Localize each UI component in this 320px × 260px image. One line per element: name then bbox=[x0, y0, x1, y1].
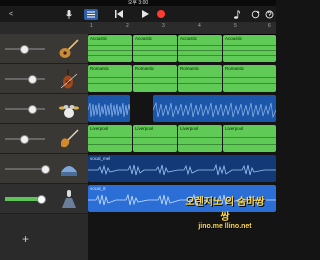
volume-slider[interactable] bbox=[5, 108, 45, 110]
track-lane-electric-guitar[interactable]: Liverpool Liverpool Liverpool Liverpool bbox=[88, 124, 276, 153]
watermark-title: 오렌지노 의 숨바쌍쌍 bbox=[185, 197, 265, 223]
tracks-view-icon bbox=[87, 11, 95, 18]
volume-knob[interactable] bbox=[37, 195, 46, 204]
volume-slider-filled[interactable] bbox=[5, 197, 41, 201]
track-header-audio-recorder[interactable] bbox=[0, 154, 88, 184]
mic-button[interactable] bbox=[63, 6, 75, 22]
tracks-view-button[interactable] bbox=[84, 9, 98, 20]
watermark-url: jino.me llino.net bbox=[198, 223, 252, 230]
volume-knob[interactable] bbox=[20, 45, 29, 54]
ruler-bar-number: 6 bbox=[268, 23, 271, 29]
metronome-button[interactable] bbox=[232, 6, 242, 22]
volume-knob[interactable] bbox=[28, 105, 37, 114]
waveform bbox=[88, 102, 130, 118]
record-icon bbox=[157, 10, 165, 18]
track-header-acoustic-guitar[interactable] bbox=[0, 34, 88, 64]
region-acoustic[interactable]: Acoustic bbox=[178, 35, 222, 62]
region-label: Liverpool bbox=[180, 126, 199, 131]
region-label: Acoustic bbox=[135, 36, 153, 41]
volume-knob[interactable] bbox=[28, 75, 37, 84]
track-header-audio-recorder-selected[interactable] bbox=[0, 184, 88, 214]
track-lane-violin[interactable]: Romantic Romantic Romantic Romantic bbox=[88, 64, 276, 93]
go-to-start-button[interactable] bbox=[110, 6, 128, 22]
waveform bbox=[153, 101, 276, 119]
track-lane-acoustic-guitar[interactable]: Acoustic Acoustic Acoustic Acoustic bbox=[88, 34, 276, 63]
violin-icon bbox=[58, 68, 80, 90]
volume-knob[interactable] bbox=[20, 135, 29, 144]
region-liverpool[interactable]: Liverpool bbox=[223, 125, 276, 152]
region-label: Acoustic bbox=[90, 36, 108, 41]
note-icon bbox=[234, 9, 240, 19]
region-label: Liverpool bbox=[135, 126, 154, 131]
toolbar: < bbox=[0, 6, 276, 23]
electric-guitar-icon bbox=[58, 128, 80, 150]
ruler-bar-number: 3 bbox=[162, 23, 165, 29]
go-to-start-icon bbox=[115, 10, 123, 18]
play-button[interactable] bbox=[137, 6, 153, 22]
record-button[interactable] bbox=[153, 6, 169, 22]
region-label: Acoustic bbox=[225, 36, 243, 41]
track-header-electric-guitar[interactable] bbox=[0, 124, 88, 154]
mic-icon bbox=[66, 9, 72, 19]
add-track-button[interactable]: + bbox=[22, 232, 29, 246]
volume-slider[interactable] bbox=[5, 78, 45, 80]
region-romantic[interactable]: Romantic bbox=[178, 65, 222, 92]
region-romantic[interactable]: Romantic bbox=[133, 65, 177, 92]
volume-slider[interactable] bbox=[5, 168, 45, 170]
region-romantic[interactable]: Romantic bbox=[88, 65, 132, 92]
region-liverpool[interactable]: Liverpool bbox=[178, 125, 222, 152]
audio-recorder-icon bbox=[58, 188, 80, 210]
drum-kit-icon bbox=[58, 98, 80, 120]
region-label: Romantic bbox=[180, 66, 200, 71]
loop-icon bbox=[251, 10, 259, 18]
region-vocal[interactable]: vocal_mel bbox=[88, 155, 276, 182]
ruler-bar-number: 5 bbox=[234, 23, 237, 29]
region-liverpool[interactable]: Liverpool bbox=[88, 125, 132, 152]
settings-button[interactable] bbox=[262, 6, 276, 22]
region-label: Romantic bbox=[135, 66, 155, 71]
region-liverpool[interactable]: Liverpool bbox=[133, 125, 177, 152]
waveform bbox=[88, 163, 276, 176]
region-label: Romantic bbox=[90, 66, 110, 71]
play-icon bbox=[141, 10, 149, 18]
back-chevron-icon: < bbox=[8, 10, 14, 18]
region-acoustic[interactable]: Acoustic bbox=[223, 35, 276, 62]
ruler-bar-number: 2 bbox=[126, 23, 129, 29]
region-label: Liverpool bbox=[90, 126, 109, 131]
loop-button[interactable] bbox=[249, 6, 261, 22]
ruler-bar-number: 1 bbox=[90, 23, 93, 29]
track-headers: + bbox=[0, 22, 88, 260]
watermark: 오렌지노 의 숨바쌍쌍 jino.me llino.net bbox=[183, 193, 267, 230]
region-romantic[interactable]: Romantic bbox=[223, 65, 276, 92]
region-acoustic[interactable]: Acoustic bbox=[88, 35, 132, 62]
region-drums[interactable] bbox=[153, 95, 276, 122]
ruler-bar-number: 4 bbox=[198, 23, 201, 29]
track-lane-audio-recorder[interactable]: vocal_mel bbox=[88, 154, 276, 183]
region-label: Romantic bbox=[225, 66, 245, 71]
region-drums[interactable] bbox=[88, 95, 130, 122]
region-label: Acoustic bbox=[180, 36, 198, 41]
track-header-violin[interactable] bbox=[0, 64, 88, 94]
track-header-drums[interactable] bbox=[0, 94, 88, 124]
region-label: Liverpool bbox=[225, 126, 244, 131]
region-acoustic[interactable]: Acoustic bbox=[133, 35, 177, 62]
audio-recorder-icon bbox=[58, 158, 80, 180]
settings-icon bbox=[265, 10, 273, 18]
acoustic-guitar-icon bbox=[58, 38, 80, 60]
back-button[interactable]: < bbox=[0, 6, 22, 22]
volume-knob[interactable] bbox=[41, 165, 50, 174]
track-lane-drums[interactable] bbox=[88, 94, 276, 123]
